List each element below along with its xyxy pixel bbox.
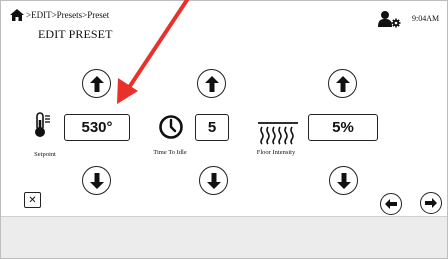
annotation-arrow: [117, 0, 189, 104]
